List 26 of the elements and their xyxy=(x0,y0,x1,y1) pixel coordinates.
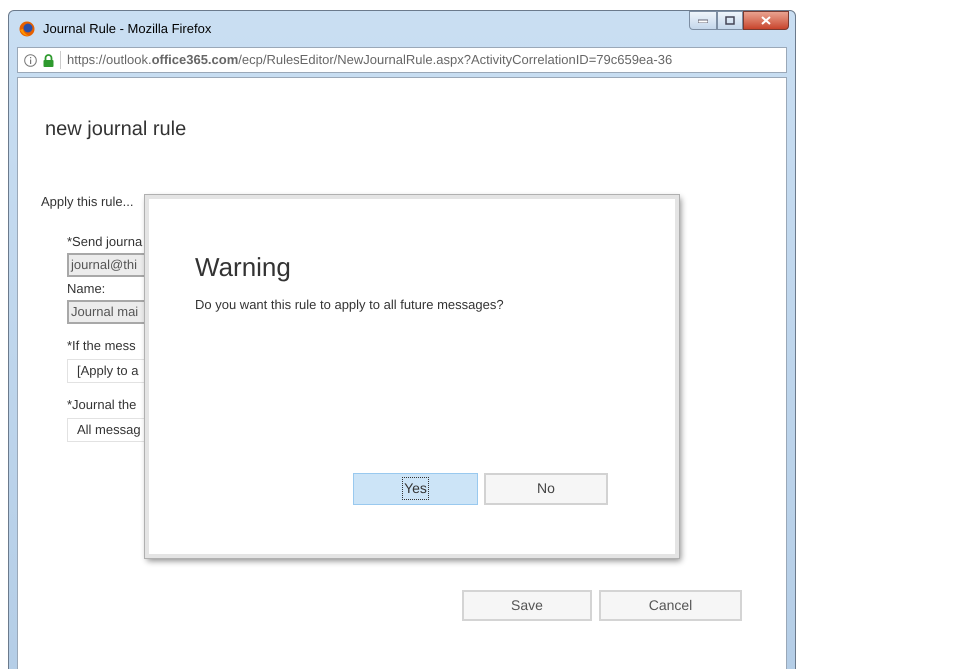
input-field[interactable]: All messag xyxy=(67,418,147,442)
url-text: https://outlook.office365.com/ecp/RulesEditor/NewJournalRule.aspx?ActivityCorrelationID=79c659ea-36 xyxy=(67,51,672,70)
browser-logo-icon xyxy=(19,21,35,37)
address-bar[interactable]: https://outlook.office365.com/ecp/RulesEditor/NewJournalRule.aspx?ActivityCorrelationID=79c659ea-36 xyxy=(17,47,787,73)
field-label: *Send journa xyxy=(67,234,144,250)
close-button[interactable] xyxy=(743,11,789,30)
dialog-button[interactable]: Yes xyxy=(353,472,478,504)
dialog-title: Warning xyxy=(195,251,292,284)
page-button[interactable]: Save xyxy=(462,590,592,621)
page-button[interactable]: Cancel xyxy=(599,590,742,621)
info-icon[interactable] xyxy=(24,54,37,66)
minimize-button[interactable] xyxy=(689,11,717,30)
page-heading: new journal rule xyxy=(45,117,188,142)
field-label: *If the mess xyxy=(67,338,137,354)
minimize-icon xyxy=(698,18,708,22)
lock-icon[interactable] xyxy=(43,54,54,66)
section-label: Apply this rule... xyxy=(41,193,134,211)
maximize-icon xyxy=(725,16,735,25)
dialog-message: Do you want this rule to apply to all future messages? xyxy=(195,296,505,314)
dialog-button[interactable]: No xyxy=(484,472,608,504)
close-icon xyxy=(761,16,771,25)
field-label: *Journal the xyxy=(67,396,138,412)
window-title: Journal Rule - Mozilla Firefox xyxy=(43,20,212,38)
input-field[interactable]: [Apply to a xyxy=(67,358,147,382)
maximize-button[interactable] xyxy=(717,11,743,30)
field-label: Name: xyxy=(67,280,106,296)
